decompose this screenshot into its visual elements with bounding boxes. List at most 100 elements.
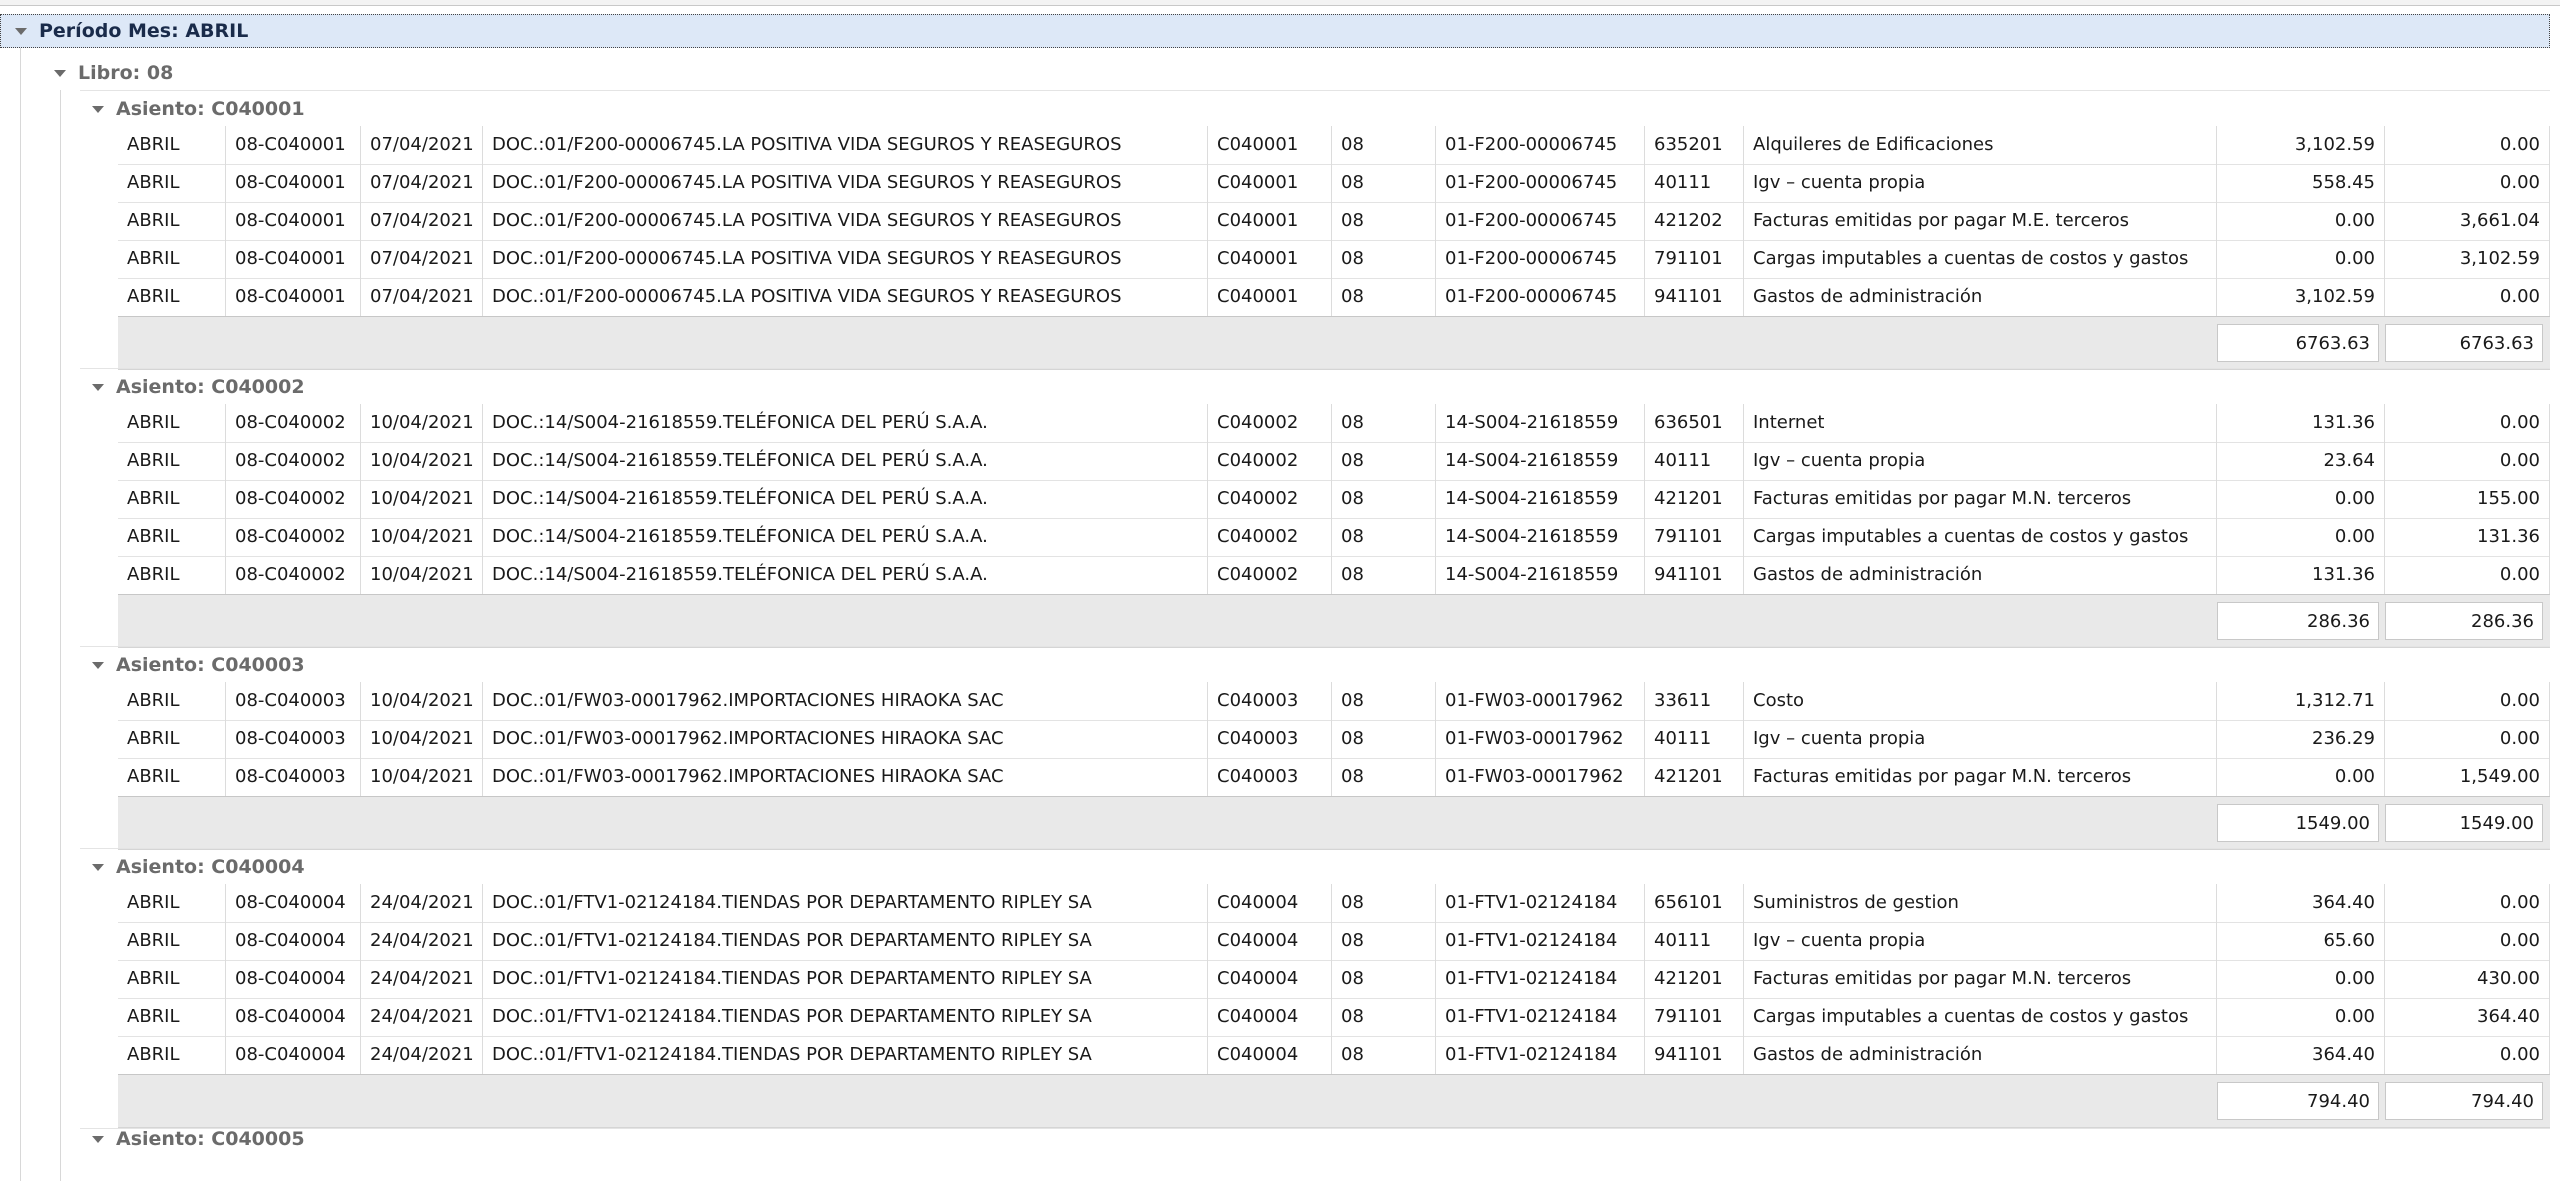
cuo-cell[interactable]: 08-C040001 <box>226 164 361 202</box>
documento-cell[interactable]: 01-F200-00006745 <box>1436 126 1645 164</box>
table-row[interactable]: ABRIL 08-C040002 10/04/2021 DOC.:14/S004-21… <box>118 556 2550 595</box>
haber-cell[interactable]: 0.00 <box>2385 922 2550 960</box>
denominacion-cell[interactable]: Suministros de gestion <box>1744 884 2217 922</box>
cuenta-cell[interactable]: 421201 <box>1645 758 1744 796</box>
periodo-cell[interactable]: ABRIL <box>118 164 226 202</box>
periodo-cell[interactable]: ABRIL <box>118 404 226 442</box>
table-row[interactable]: ABRIL 08-C040003 10/04/2021 DOC.:01/FW03-00… <box>118 720 2550 759</box>
glosa-cell[interactable]: DOC.:01/FTV1-02124184.TIENDAS POR DEPART… <box>483 884 1208 922</box>
glosa-cell[interactable]: DOC.:01/FTV1-02124184.TIENDAS POR DEPART… <box>483 922 1208 960</box>
debe-cell[interactable]: 23.64 <box>2217 442 2385 480</box>
table-row[interactable]: ABRIL 08-C040004 24/04/2021 DOC.:01/FTV1-02… <box>118 998 2550 1037</box>
cuo-cell[interactable]: 08-C040001 <box>226 126 361 164</box>
documento-cell[interactable]: 01-FTV1-02124184 <box>1436 922 1645 960</box>
group-row-asiento[interactable]: Asiento: C040001 <box>80 90 2550 127</box>
haber-cell[interactable]: 3,102.59 <box>2385 240 2550 278</box>
glosa-cell[interactable]: DOC.:01/FTV1-02124184.TIENDAS POR DEPART… <box>483 960 1208 998</box>
fecha-cell[interactable]: 10/04/2021 <box>361 682 483 720</box>
glosa-cell[interactable]: DOC.:14/S004-21618559.TELÉFONICA DEL PER… <box>483 442 1208 480</box>
denominacion-cell[interactable]: Gastos de administración <box>1744 556 2217 594</box>
denominacion-cell[interactable]: Igv – cuenta propia <box>1744 720 2217 758</box>
table-row[interactable]: ABRIL 08-C040002 10/04/2021 DOC.:14/S004-21… <box>118 442 2550 481</box>
cuo-cell[interactable]: 08-C040002 <box>226 480 361 518</box>
debe-cell[interactable]: 236.29 <box>2217 720 2385 758</box>
fecha-cell[interactable]: 10/04/2021 <box>361 404 483 442</box>
fecha-cell[interactable]: 10/04/2021 <box>361 720 483 758</box>
libro-cell[interactable]: 08 <box>1332 126 1436 164</box>
table-row[interactable]: ABRIL 08-C040004 24/04/2021 DOC.:01/FTV1-02… <box>118 960 2550 999</box>
glosa-cell[interactable]: DOC.:14/S004-21618559.TELÉFONICA DEL PER… <box>483 556 1208 594</box>
glosa-cell[interactable]: DOC.:01/F200-00006745.LA POSITIVA VIDA S… <box>483 278 1208 316</box>
haber-cell[interactable]: 0.00 <box>2385 164 2550 202</box>
glosa-cell[interactable]: DOC.:01/FTV1-02124184.TIENDAS POR DEPART… <box>483 998 1208 1036</box>
documento-cell[interactable]: 14-S004-21618559 <box>1436 442 1645 480</box>
libro-cell[interactable]: 08 <box>1332 998 1436 1036</box>
haber-cell[interactable]: 131.36 <box>2385 518 2550 556</box>
haber-cell[interactable]: 0.00 <box>2385 720 2550 758</box>
collapse-icon[interactable] <box>92 1135 104 1143</box>
debe-cell[interactable]: 131.36 <box>2217 556 2385 594</box>
debe-cell[interactable]: 131.36 <box>2217 404 2385 442</box>
asiento-cell[interactable]: C040001 <box>1208 126 1332 164</box>
group-row-periodo[interactable]: Período Mes: ABRIL <box>0 14 2550 48</box>
libro-cell[interactable]: 08 <box>1332 720 1436 758</box>
table-row[interactable]: ABRIL 08-C040002 10/04/2021 DOC.:14/S004-21… <box>118 518 2550 557</box>
documento-cell[interactable]: 14-S004-21618559 <box>1436 518 1645 556</box>
fecha-cell[interactable]: 24/04/2021 <box>361 922 483 960</box>
fecha-cell[interactable]: 24/04/2021 <box>361 884 483 922</box>
documento-cell[interactable]: 01-F200-00006745 <box>1436 164 1645 202</box>
periodo-cell[interactable]: ABRIL <box>118 960 226 998</box>
fecha-cell[interactable]: 24/04/2021 <box>361 960 483 998</box>
libro-cell[interactable]: 08 <box>1332 518 1436 556</box>
cuo-cell[interactable]: 08-C040004 <box>226 960 361 998</box>
debe-cell[interactable]: 0.00 <box>2217 240 2385 278</box>
asiento-cell[interactable]: C040004 <box>1208 922 1332 960</box>
haber-cell[interactable]: 0.00 <box>2385 1036 2550 1074</box>
table-row[interactable]: ABRIL 08-C040001 07/04/2021 DOC.:01/F200-00… <box>118 126 2550 165</box>
documento-cell[interactable]: 01-FTV1-02124184 <box>1436 1036 1645 1074</box>
asiento-cell[interactable]: C040002 <box>1208 556 1332 594</box>
denominacion-cell[interactable]: Facturas emitidas por pagar M.E. tercero… <box>1744 202 2217 240</box>
documento-cell[interactable]: 01-FW03-00017962 <box>1436 682 1645 720</box>
periodo-cell[interactable]: ABRIL <box>118 202 226 240</box>
cuenta-cell[interactable]: 40111 <box>1645 164 1744 202</box>
periodo-cell[interactable]: ABRIL <box>118 556 226 594</box>
asiento-cell[interactable]: C040002 <box>1208 518 1332 556</box>
documento-cell[interactable]: 14-S004-21618559 <box>1436 556 1645 594</box>
cuenta-cell[interactable]: 941101 <box>1645 1036 1744 1074</box>
cuenta-cell[interactable]: 33611 <box>1645 682 1744 720</box>
periodo-cell[interactable]: ABRIL <box>118 884 226 922</box>
documento-cell[interactable]: 01-FTV1-02124184 <box>1436 998 1645 1036</box>
table-row[interactable]: ABRIL 08-C040004 24/04/2021 DOC.:01/FTV1-02… <box>118 922 2550 961</box>
denominacion-cell[interactable]: Igv – cuenta propia <box>1744 922 2217 960</box>
cuo-cell[interactable]: 08-C040002 <box>226 404 361 442</box>
fecha-cell[interactable]: 10/04/2021 <box>361 556 483 594</box>
fecha-cell[interactable]: 07/04/2021 <box>361 202 483 240</box>
periodo-cell[interactable]: ABRIL <box>118 720 226 758</box>
debe-cell[interactable]: 364.40 <box>2217 884 2385 922</box>
asiento-cell[interactable]: C040004 <box>1208 1036 1332 1074</box>
haber-cell[interactable]: 364.40 <box>2385 998 2550 1036</box>
fecha-cell[interactable]: 07/04/2021 <box>361 164 483 202</box>
glosa-cell[interactable]: DOC.:01/F200-00006745.LA POSITIVA VIDA S… <box>483 240 1208 278</box>
denominacion-cell[interactable]: Cargas imputables a cuentas de costos y … <box>1744 518 2217 556</box>
fecha-cell[interactable]: 10/04/2021 <box>361 758 483 796</box>
documento-cell[interactable]: 14-S004-21618559 <box>1436 480 1645 518</box>
collapse-icon[interactable] <box>92 105 104 113</box>
haber-cell[interactable]: 430.00 <box>2385 960 2550 998</box>
debe-cell[interactable]: 0.00 <box>2217 960 2385 998</box>
debe-cell[interactable]: 0.00 <box>2217 202 2385 240</box>
libro-cell[interactable]: 08 <box>1332 202 1436 240</box>
libro-cell[interactable]: 08 <box>1332 682 1436 720</box>
table-row[interactable]: ABRIL 08-C040001 07/04/2021 DOC.:01/F200-00… <box>118 240 2550 279</box>
table-row[interactable]: ABRIL 08-C040004 24/04/2021 DOC.:01/FTV1-02… <box>118 1036 2550 1075</box>
fecha-cell[interactable]: 07/04/2021 <box>361 240 483 278</box>
debe-cell[interactable]: 0.00 <box>2217 480 2385 518</box>
asiento-cell[interactable]: C040002 <box>1208 480 1332 518</box>
libro-cell[interactable]: 08 <box>1332 556 1436 594</box>
periodo-cell[interactable]: ABRIL <box>118 998 226 1036</box>
periodo-cell[interactable]: ABRIL <box>118 922 226 960</box>
documento-cell[interactable]: 01-FTV1-02124184 <box>1436 960 1645 998</box>
cuenta-cell[interactable]: 941101 <box>1645 278 1744 316</box>
periodo-cell[interactable]: ABRIL <box>118 682 226 720</box>
